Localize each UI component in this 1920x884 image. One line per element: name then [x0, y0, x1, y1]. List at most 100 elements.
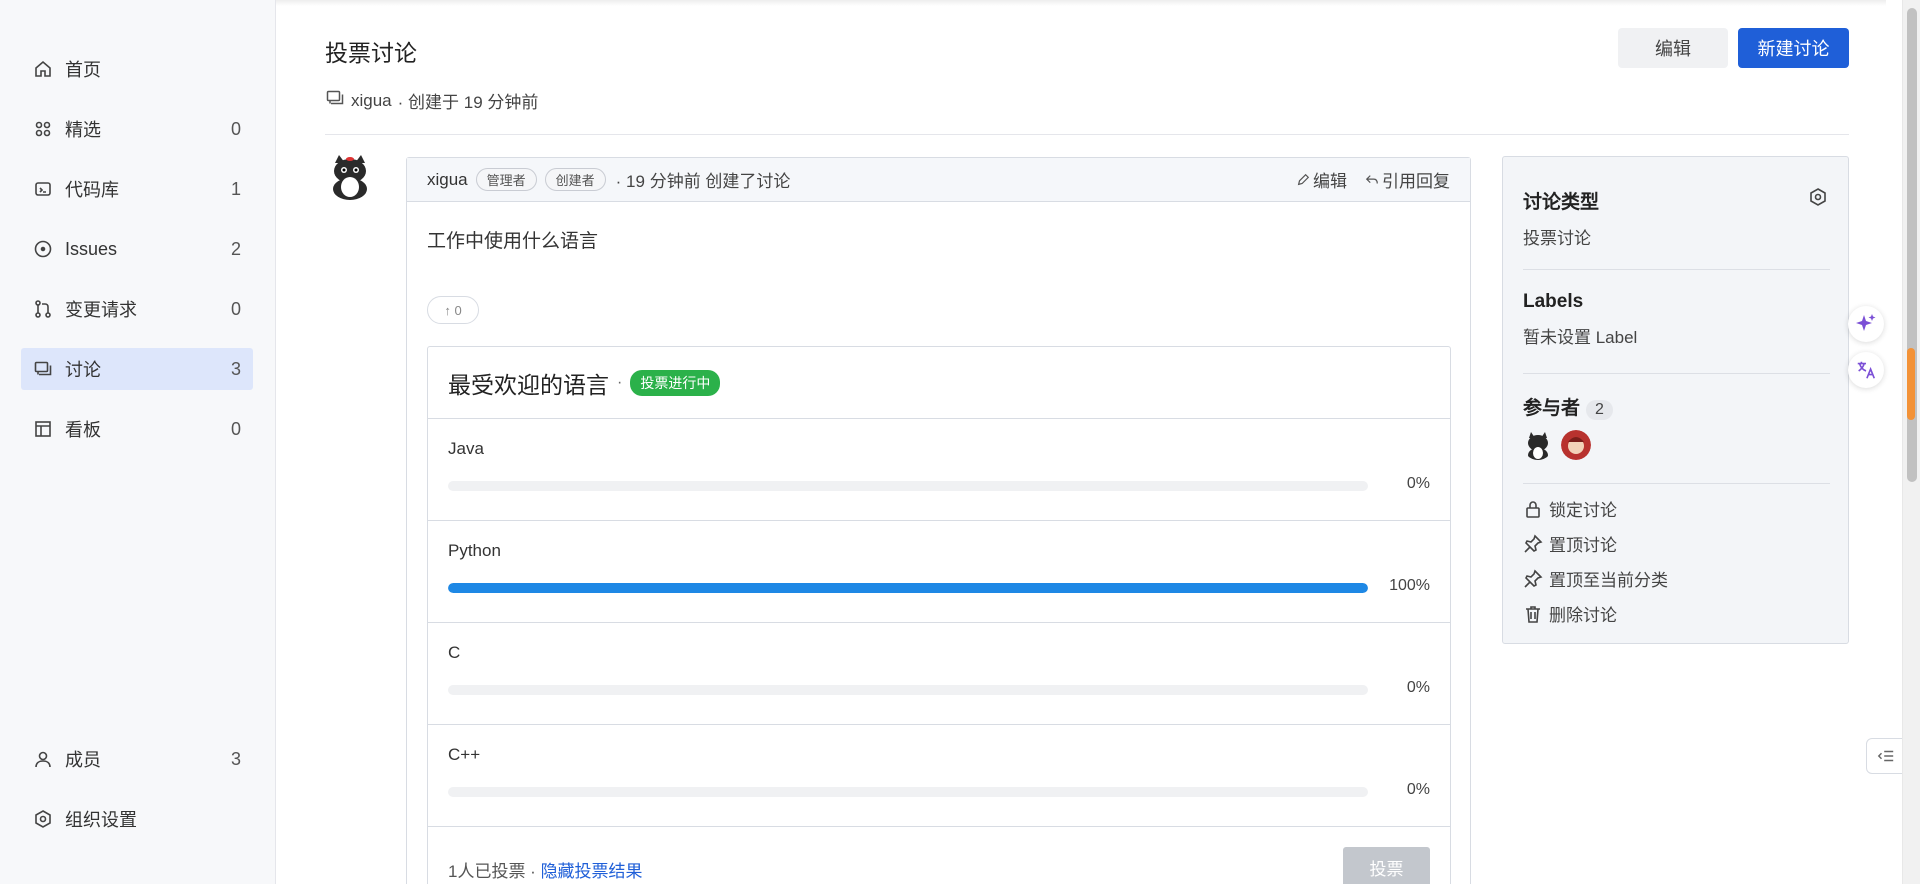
sidebar-item-count: 0 [230, 298, 241, 319]
translate-icon [1857, 361, 1876, 379]
sidebar-item-label: 首页 [65, 60, 101, 80]
comment-header: xigua 管理者 创建者 · 19 分钟前 创建了讨论 编辑 引用回复 [407, 158, 1470, 202]
divider [1523, 483, 1830, 484]
page-title: 投票讨论 [325, 40, 417, 66]
sidebar-item-count: 2 [230, 238, 241, 259]
sidebar-item-repos[interactable]: 代码库 1 [21, 168, 253, 210]
poll-option-percent: 0% [1406, 475, 1430, 492]
sidebar-item-label: 变更请求 [65, 300, 137, 320]
top-shadow [276, 0, 1886, 6]
poll-title: 最受欢迎的语言 [448, 371, 609, 398]
voted-count: 1人已投票 · [448, 862, 541, 881]
user-icon [33, 749, 53, 769]
poll-progress-track [448, 583, 1368, 593]
settings-icon[interactable] [1808, 187, 1828, 207]
poll-header: 最受欢迎的语言 · 投票进行中 [428, 347, 1450, 419]
scrollbar[interactable] [1902, 0, 1920, 884]
poll-option-name: C++ [448, 745, 481, 764]
divider [1523, 269, 1830, 270]
comment-author[interactable]: xigua [427, 170, 468, 190]
role-badge-admin: 管理者 [475, 168, 537, 191]
hide-results-link[interactable]: 隐藏投票结果 [541, 862, 643, 881]
discussion-actions: 锁定讨论 置顶讨论 置顶至当前分类 删除讨论 [1523, 491, 1830, 631]
labels-title: Labels [1523, 291, 1584, 312]
sidebar-item-issues[interactable]: Issues 2 [21, 228, 253, 270]
collapse-panel-button[interactable] [1866, 738, 1906, 774]
quote-reply-label: 引用回复 [1382, 172, 1450, 191]
separator-dot: · [617, 373, 623, 391]
sidebar-item-count: 3 [230, 358, 241, 379]
sidebar-item-members[interactable]: 成员 3 [21, 738, 253, 780]
poll-option[interactable]: Java 0% [428, 419, 1450, 521]
divider [325, 134, 1849, 135]
sidebar-item-discussions[interactable]: 讨论 3 [21, 348, 253, 390]
avatar[interactable] [1523, 430, 1553, 460]
avatar[interactable] [1561, 430, 1591, 460]
sidebar-item-count: 0 [230, 118, 241, 139]
poll-option-name: Java [448, 439, 484, 458]
new-discussion-button[interactable]: 新建讨论 [1738, 28, 1849, 68]
sidebar-item-featured[interactable]: 精选 0 [21, 108, 253, 150]
sidebar-item-home[interactable]: 首页 [21, 48, 253, 90]
collapse-icon [1877, 750, 1894, 762]
poll-option[interactable]: C 0% [428, 623, 1450, 725]
board-icon [33, 419, 53, 439]
trash-icon [1526, 605, 1540, 623]
sidebar-item-label: 讨论 [65, 360, 101, 380]
poll-options: Java 0% Python 100% C 0% C++ 0% [428, 419, 1450, 827]
divider [1523, 373, 1830, 374]
edit-comment-label: 编辑 [1313, 172, 1347, 191]
participants-label: 参与者 [1523, 398, 1581, 419]
participants-count: 2 [1586, 400, 1613, 420]
edit-comment-button[interactable]: 编辑 [1296, 167, 1347, 192]
poll-progress-track [448, 481, 1368, 491]
sidebar-item-org-settings[interactable]: 组织设置 [21, 798, 253, 840]
pin-to-category-action[interactable]: 置顶至当前分类 [1523, 561, 1830, 596]
poll-option-name: Python [448, 541, 501, 560]
lock-icon [1526, 500, 1540, 518]
discussion-icon [325, 88, 345, 113]
sidebar-item-merge-requests[interactable]: 变更请求 0 [21, 288, 253, 330]
comment-body: 工作中使用什么语言 [427, 231, 599, 252]
discussion-sidebar-panel: 讨论类型 投票讨论 Labels 暂未设置 Label 参与者 2 锁定讨论 置顶… [1502, 156, 1849, 644]
author-name[interactable]: xigua [351, 91, 392, 111]
comment-card: xigua 管理者 创建者 · 19 分钟前 创建了讨论 编辑 引用回复 工作中… [406, 157, 1471, 884]
poll-progress-fill [448, 583, 1368, 593]
translate-button[interactable] [1848, 352, 1884, 388]
discussion-type-value: 投票讨论 [1523, 229, 1591, 248]
issue-icon [33, 239, 53, 259]
poll-option-percent: 0% [1406, 679, 1430, 696]
poll-option[interactable]: C++ 0% [428, 725, 1450, 827]
sidebar-item-board[interactable]: 看板 0 [21, 408, 253, 450]
poll-option-percent: 100% [1389, 577, 1430, 594]
sidebar-item-count: 0 [230, 418, 241, 439]
discussion-type-title: 讨论类型 [1523, 192, 1600, 213]
discussion-type-section: 讨论类型 投票讨论 [1523, 187, 1830, 249]
pin-icon [1524, 534, 1543, 553]
comment-time: · 19 分钟前 创建了讨论 [615, 172, 791, 191]
home-icon [33, 59, 53, 79]
quote-reply-button[interactable]: 引用回复 [1365, 167, 1450, 192]
ai-assistant-button[interactable] [1848, 306, 1884, 342]
avatar[interactable] [327, 153, 373, 201]
poll-option[interactable]: Python 100% [428, 521, 1450, 623]
sidebar-item-label: 看板 [65, 420, 101, 440]
vote-button[interactable]: 投票 [1343, 847, 1430, 884]
poll-status-badge: 投票进行中 [630, 369, 721, 396]
sidebar-item-label: 成员 [65, 750, 101, 770]
upvote-button[interactable]: ↑ 0 [427, 296, 479, 324]
edit-button[interactable]: 编辑 [1618, 28, 1728, 68]
poll-progress-track [448, 685, 1368, 695]
poll-progress-track [448, 787, 1368, 797]
poll-option-percent: 0% [1406, 781, 1430, 798]
action-label: 置顶至当前分类 [1549, 571, 1668, 590]
lock-discussion-action[interactable]: 锁定讨论 [1523, 491, 1830, 526]
role-badge-creator: 创建者 [544, 168, 606, 191]
scroll-indicator [1907, 348, 1915, 420]
poll-footer: 1人已投票 · 隐藏投票结果 投票 [428, 827, 1450, 884]
pin-category-icon [1524, 569, 1543, 588]
repo-icon [33, 179, 53, 199]
delete-discussion-action[interactable]: 删除讨论 [1523, 596, 1830, 631]
sidebar-item-label: 代码库 [65, 180, 119, 200]
pin-discussion-action[interactable]: 置顶讨论 [1523, 526, 1830, 561]
